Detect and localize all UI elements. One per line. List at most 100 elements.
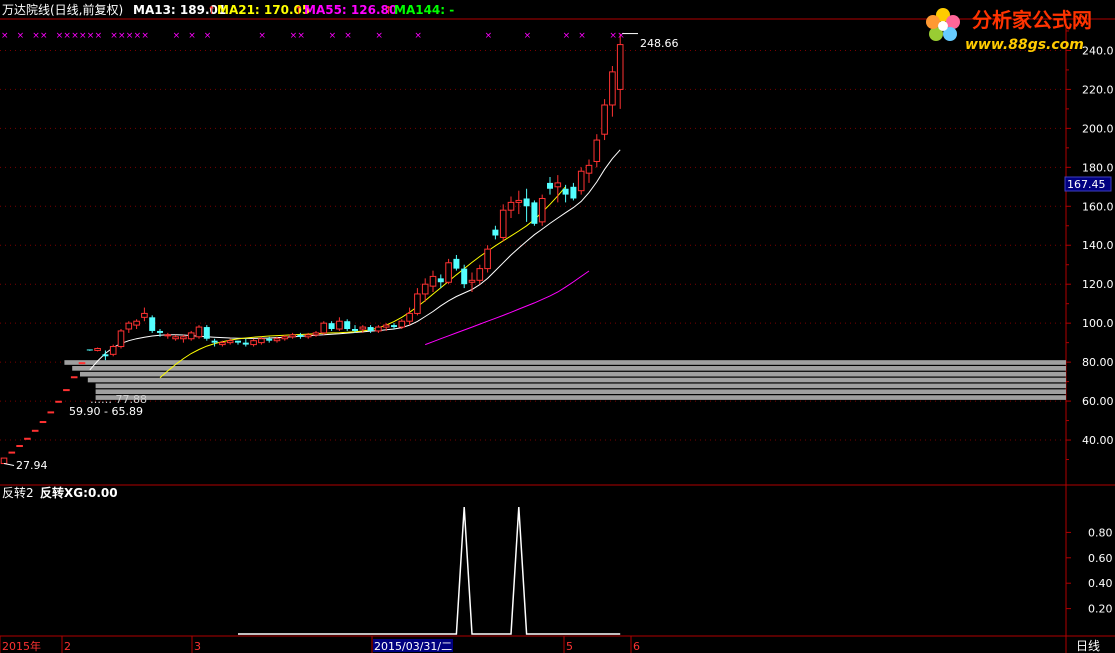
candle-body [554,182,562,188]
candle-body [47,411,55,414]
lower-y-tick-label: 0.60 [1088,552,1113,565]
candle-body [172,336,179,340]
signal-mark: × [56,31,64,41]
zone-bars [64,360,1067,400]
zone-bar [80,371,1066,377]
x-tick-label: 3 [194,640,201,653]
signal-mark: × [1,31,9,41]
candle [195,325,203,339]
candle-body [149,317,156,331]
current-price-marker: 167.45 [1064,176,1112,192]
candle [375,325,382,333]
candle [312,330,320,337]
candle-body [476,268,484,281]
y-tick-label: 80.00 [1082,356,1114,369]
candle-body [391,325,397,328]
signal-mark: × [258,31,266,41]
ma-legend-item: MA144: - [394,3,454,17]
candle [172,334,179,341]
candle-body [461,268,468,285]
candle-body [94,347,101,351]
range-annotation: 59.90 - 65.89 [69,405,143,418]
candle [24,437,31,440]
candle [63,389,70,392]
candle-body [352,329,358,331]
zone-bar [95,383,1067,389]
candle-body [242,342,249,345]
signal-mark: × [578,31,586,41]
candle [398,319,406,330]
x-tick-label: 2015年 [2,639,41,653]
candle-body [211,340,218,343]
signal-mark: × [110,31,118,41]
indicator-title: 反转2 [2,485,34,500]
candle [531,200,538,226]
candle-body [164,334,172,337]
signal-mark: × [524,31,532,41]
candle-body [63,389,70,392]
candle-body [616,44,624,90]
lower-y-tick-label: 0.40 [1088,577,1113,590]
signal-mark: × [40,31,48,41]
y-tick-label: 100.0 [1082,317,1114,330]
signal-mark: × [95,31,103,41]
signal-mark: × [375,31,383,41]
signal-mark: × [71,31,79,41]
signal-mark: × [126,31,134,41]
candle-body [429,275,437,287]
signal-mark: × [414,31,422,41]
candle [0,457,8,465]
candle [616,33,624,109]
candle-body [31,429,39,432]
candle [547,177,553,195]
candle-body [359,326,367,330]
ma13-line [89,149,621,371]
candle-body [250,340,257,346]
candle [141,307,148,322]
candle [562,184,569,203]
candle-body [102,354,109,357]
signal-mark: × [173,31,181,41]
x-tick-label: 2 [64,640,71,653]
candle [515,190,523,215]
candle [609,66,616,117]
candle [250,338,257,347]
signal-mark: × [204,31,212,41]
candle-body [562,188,569,195]
y-tick-label: 220.0 [1082,83,1114,96]
candle-body [328,323,335,330]
candle [414,288,421,316]
candle-body [320,322,328,334]
indicator-label: 反转XG: [40,485,88,500]
low-annotation: 27.94 [16,459,48,472]
y-tick-label: 160.0 [1082,200,1114,213]
candle [203,325,210,341]
current-price-label: 167.45 [1067,178,1106,191]
signal-mark: × [79,31,87,41]
candle [593,134,601,168]
candle-body [445,262,452,283]
candle [320,321,328,335]
candle-body [39,421,47,424]
zone-bar [95,395,1067,400]
candle-body [55,400,62,403]
candle-body [367,327,374,331]
up-arrow-icon: ↑ [207,4,216,17]
period-label[interactable]: 日线 [1076,639,1100,653]
y-tick-label: 140.0 [1082,239,1114,252]
candle [461,264,468,289]
candle [289,332,296,339]
candle [117,329,125,349]
ma-legend: MA13: 189.01↑ MA21: 170.05↑ MA55: 126.80↑ M… [133,3,454,17]
signal-mark: × [32,31,40,41]
candle-body [492,229,499,236]
candle [39,421,47,424]
candle-body [141,312,148,318]
candle-body [24,437,31,440]
candle [8,451,16,454]
candle-body [523,198,530,207]
candle-body [499,209,507,238]
candle-body [421,283,429,295]
candle [180,334,187,343]
candle [55,400,62,403]
